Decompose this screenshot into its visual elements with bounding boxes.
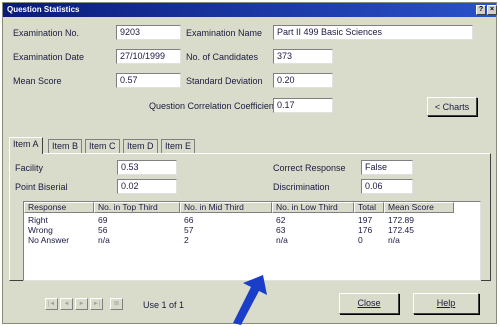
- table-cell: 57: [184, 225, 194, 235]
- close-button-label: Close: [357, 298, 381, 308]
- table-cell: 56: [98, 225, 108, 235]
- table-cell: n/a: [98, 235, 110, 245]
- table-cell: 69: [98, 215, 108, 225]
- jump-record-button[interactable]: ⊠: [110, 298, 123, 310]
- question-statistics-window: Question Statistics ? × Examination No. …: [2, 2, 497, 324]
- table-cell: n/a: [276, 235, 288, 245]
- table-cell: 62: [276, 215, 286, 225]
- candidates-field[interactable]: 373: [273, 49, 333, 64]
- candidates-label: No. of Candidates: [186, 52, 259, 62]
- tab-item-d[interactable]: Item D: [123, 139, 158, 153]
- facility-label: Facility: [15, 163, 44, 173]
- help-button-label: Help: [436, 298, 456, 308]
- last-record-button[interactable]: ►|: [90, 298, 103, 310]
- table-cell: 63: [276, 225, 286, 235]
- column-header[interactable]: Total: [354, 202, 384, 213]
- exam-name-field[interactable]: Part II 499 Basic Sciences: [273, 25, 473, 40]
- column-header[interactable]: No. in Low Third: [272, 202, 354, 213]
- column-header[interactable]: No. in Top Third: [94, 202, 180, 213]
- correlation-label: Question Correlation Coefficient: [149, 101, 277, 111]
- correlation-field[interactable]: 0.17: [273, 98, 333, 113]
- exam-no-label: Examination No.: [13, 28, 80, 38]
- mean-score-label: Mean Score: [13, 76, 62, 86]
- first-record-button[interactable]: |◄: [45, 298, 58, 310]
- exam-no-field[interactable]: 9203: [116, 25, 181, 40]
- std-dev-field[interactable]: 0.20: [273, 73, 333, 88]
- table-cell: 66: [184, 215, 194, 225]
- column-header[interactable]: Response: [24, 202, 94, 213]
- discrimination-label: Discrimination: [273, 182, 330, 192]
- exam-date-field[interactable]: 27/10/1999: [116, 49, 181, 64]
- previous-record-button[interactable]: ◄: [60, 298, 73, 310]
- column-header[interactable]: Mean Score: [384, 202, 454, 213]
- table-cell: 2: [184, 235, 189, 245]
- table-cell: Wrong: [28, 225, 53, 235]
- exam-date-label: Examination Date: [13, 52, 85, 62]
- table-cell: 172.45: [388, 225, 414, 235]
- response-table: Response No. in Top Third No. in Mid Thi…: [23, 201, 481, 281]
- correct-response-label: Correct Response: [273, 163, 346, 173]
- correct-response-field[interactable]: False: [361, 160, 413, 175]
- title-bar: Question Statistics ? ×: [3, 3, 497, 17]
- table-cell: 176: [358, 225, 373, 235]
- column-header[interactable]: No. in Mid Third: [180, 202, 272, 213]
- std-dev-label: Standard Deviation: [186, 76, 263, 86]
- table-cell: 197: [358, 215, 373, 225]
- table-cell: n/a: [388, 235, 400, 245]
- next-record-button[interactable]: ►: [75, 298, 88, 310]
- point-biserial-field[interactable]: 0.02: [117, 179, 177, 194]
- tab-item-e[interactable]: Item E: [161, 139, 196, 153]
- tab-item-c[interactable]: Item C: [85, 139, 120, 153]
- window-title: Question Statistics: [7, 5, 80, 14]
- help-icon[interactable]: ?: [476, 5, 486, 15]
- table-cell: 0: [358, 235, 363, 245]
- table-cell: Right: [28, 215, 48, 225]
- table-cell: No Answer: [28, 235, 70, 245]
- exam-name-label: Examination Name: [186, 28, 263, 38]
- point-biserial-label: Point Biserial: [15, 182, 68, 192]
- close-icon[interactable]: ×: [487, 5, 497, 15]
- mean-score-field[interactable]: 0.57: [116, 73, 181, 88]
- table-cell: 172.89: [388, 215, 414, 225]
- record-counter: Use 1 of 1: [143, 300, 185, 310]
- tab-item-b[interactable]: Item B: [48, 139, 83, 153]
- charts-button[interactable]: < Charts: [427, 97, 477, 116]
- tab-item-a[interactable]: Item A: [9, 137, 43, 154]
- close-button[interactable]: Close: [339, 293, 399, 314]
- help-button[interactable]: Help: [413, 293, 479, 314]
- facility-field[interactable]: 0.53: [117, 160, 177, 175]
- discrimination-field[interactable]: 0.06: [361, 179, 413, 194]
